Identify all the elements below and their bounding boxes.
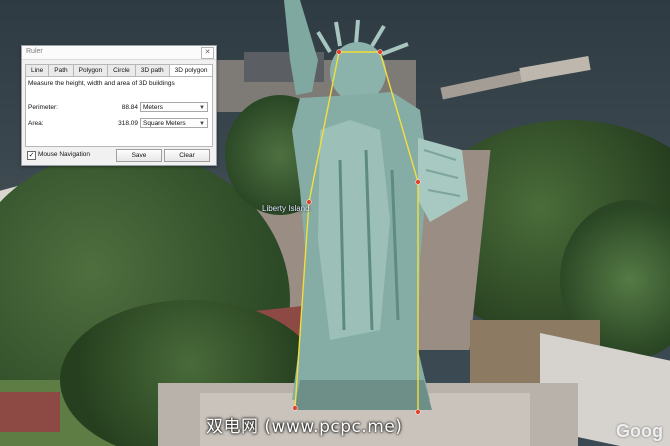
ruler-titlebar[interactable]: Ruler ✕ [22,46,216,60]
mouse-navigation-checkbox[interactable]: ✓ [27,151,36,160]
ruler-dialog[interactable]: Ruler ✕ Line Path Polygon Circle 3D path… [21,45,217,166]
watermark-text: 双电网 (www.pcpc.me) [206,417,403,437]
chevron-down-icon: ▼ [199,121,205,127]
ruler-panel: Measure the height, width and area of 3D… [25,76,213,147]
tab-circle[interactable]: Circle [107,64,136,76]
tab-3d-path[interactable]: 3D path [134,64,170,76]
clear-button[interactable]: Clear [164,149,210,162]
google-logo: Goog [616,421,663,441]
tab-line[interactable]: Line [25,64,50,76]
area-value: 318.09 [118,120,138,127]
chevron-down-icon: ▼ [199,105,205,111]
area-label: Area: [28,120,44,127]
perimeter-value: 88.84 [121,104,138,111]
ruler-description: Measure the height, width and area of 3D… [28,80,175,87]
ruler-tabs: Line Path Polygon Circle 3D path 3D poly… [25,64,214,77]
save-button[interactable]: Save [116,149,162,162]
ruler-title: Ruler [26,48,43,55]
perimeter-unit-value: Meters [143,104,163,111]
ruler-footer: ✓ Mouse Navigation Save Clear [25,148,213,162]
area-unit-value: Square Meters [143,120,186,127]
map-place-label[interactable]: Liberty Island [262,204,310,213]
perimeter-unit-select[interactable]: Meters ▼ [140,102,208,112]
perimeter-label: Perimeter: [28,104,58,111]
tab-path[interactable]: Path [48,64,74,76]
tab-polygon[interactable]: Polygon [72,64,109,76]
mouse-navigation-label[interactable]: Mouse Navigation [38,151,90,158]
close-icon[interactable]: ✕ [201,47,214,59]
area-unit-select[interactable]: Square Meters ▼ [140,118,208,128]
